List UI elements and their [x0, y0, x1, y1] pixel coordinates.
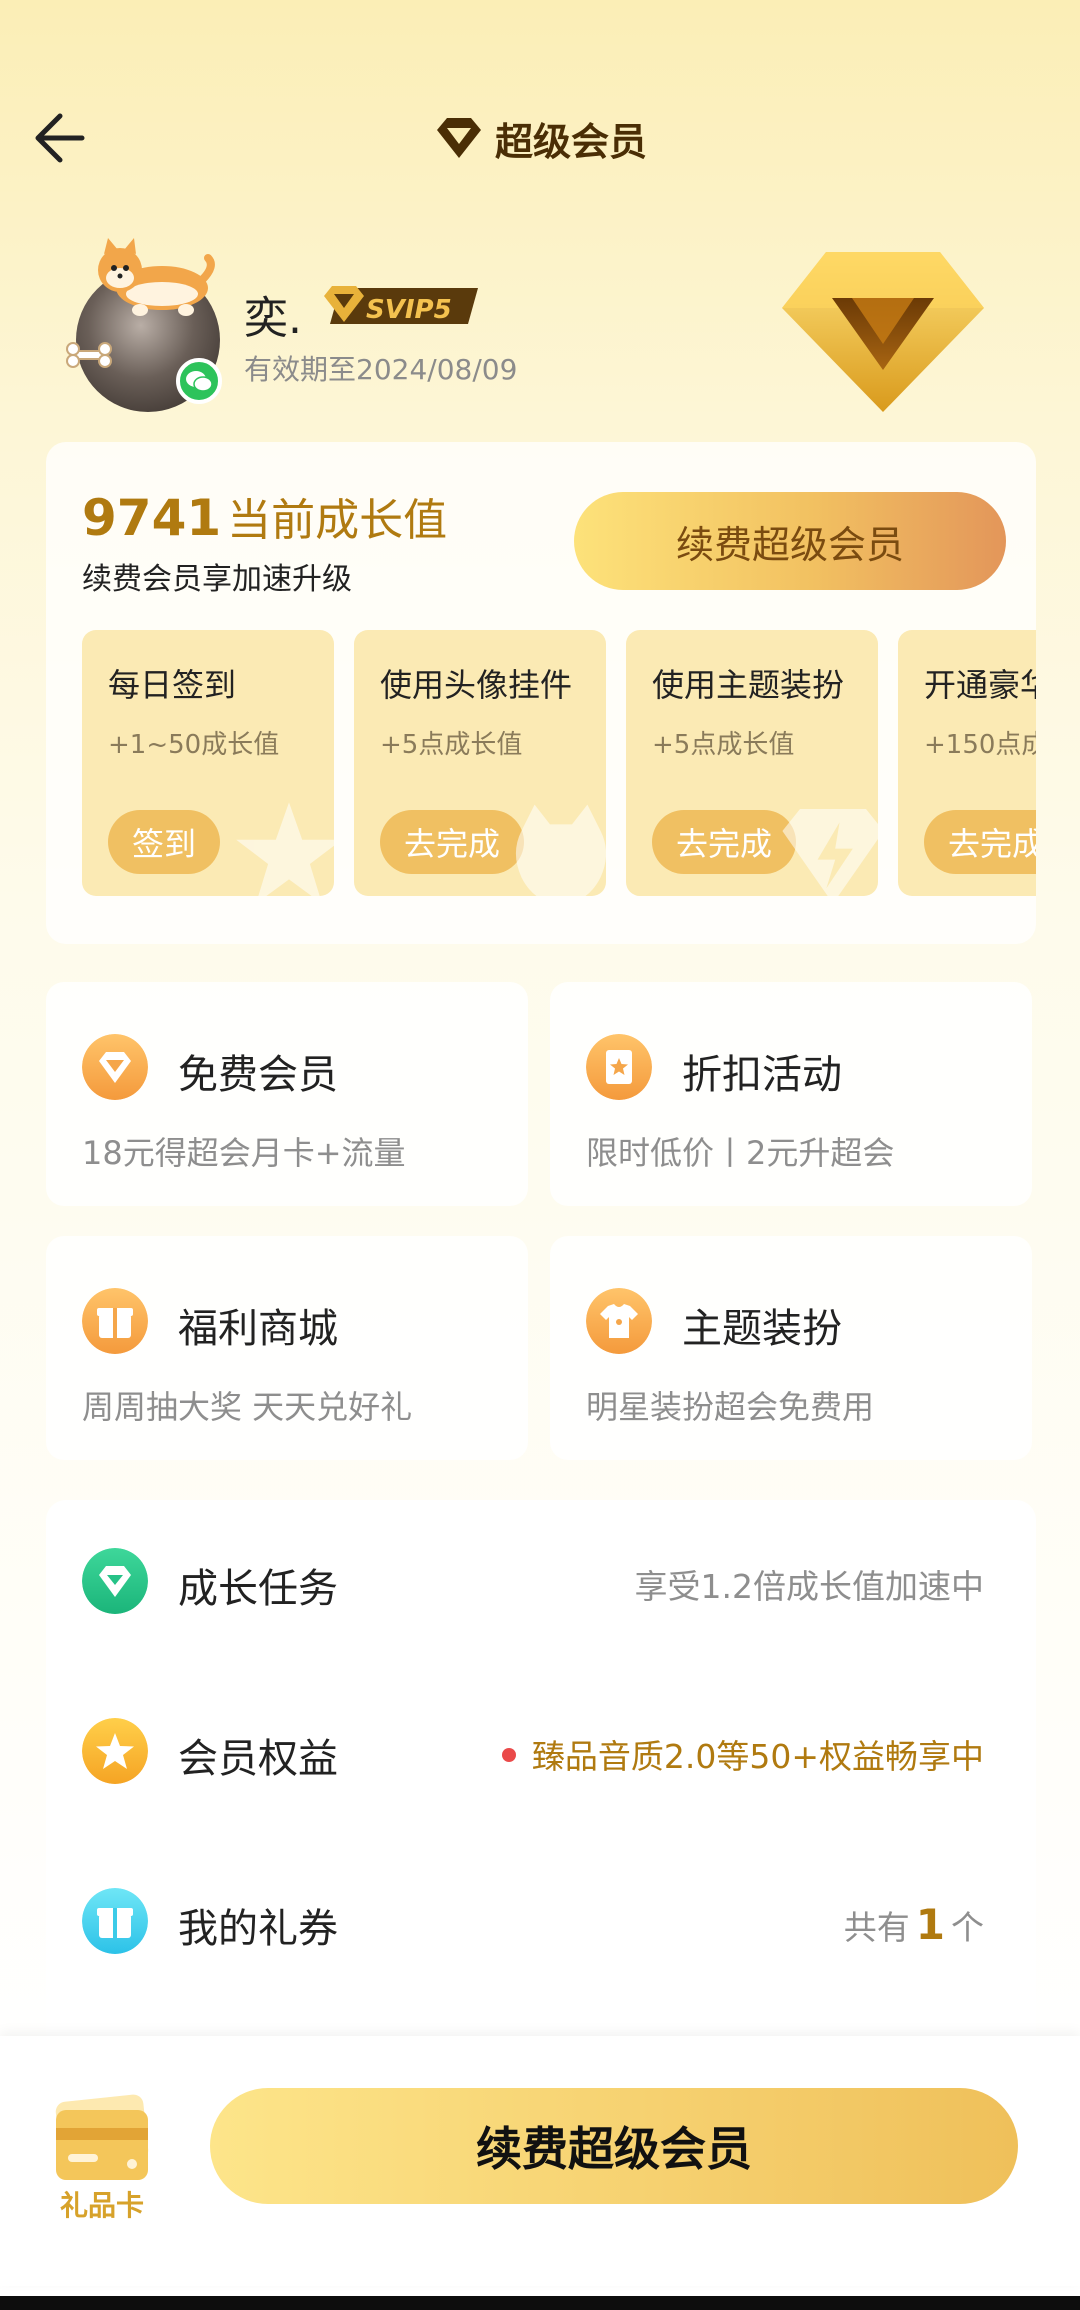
- feature-title: 折扣活动: [682, 1052, 842, 1098]
- bottom-action-bar: 礼品卡 续费超级会员: [0, 2036, 1080, 2286]
- star-icon: [82, 1718, 148, 1784]
- shiba-dog-decoration-icon: [98, 238, 215, 316]
- lightning-watermark-icon: [782, 809, 878, 896]
- tshirt-icon: [586, 1288, 652, 1354]
- cat-watermark-icon: [515, 804, 606, 896]
- system-navigation-bar: [0, 2296, 1080, 2310]
- wechat-icon: [186, 371, 213, 392]
- list-item-member-benefits[interactable]: 会员权益 臻品音质2.0等50+权益畅享中: [46, 1696, 1036, 1806]
- feature-subtitle: 周周抽大奖 天天兑好礼: [82, 1388, 413, 1426]
- coupon-count-prefix: 共有: [843, 1908, 910, 1947]
- svip-level-badge[interactable]: SVIP5: [322, 282, 484, 330]
- renew-membership-button-bottom[interactable]: 续费超级会员: [210, 2088, 1018, 2204]
- feature-theme-skin[interactable]: 主题装扮 明星装扮超会免费用: [550, 1236, 1032, 1460]
- gift-icon: [82, 1288, 148, 1354]
- task-reward: +150点成长值: [924, 730, 1036, 760]
- feature-title: 免费会员: [178, 1052, 338, 1098]
- list-item-value: 臻品音质2.0等50+权益畅享中: [501, 1730, 984, 1778]
- task-title: 使用主题装扮: [652, 666, 845, 704]
- benefits-status-text: 臻品音质2.0等50+权益畅享中: [531, 1737, 984, 1776]
- page-title: 超级会员: [494, 119, 647, 164]
- growth-value-line: 9741 当前成长值: [82, 484, 447, 548]
- diamond-logo-icon: [436, 118, 481, 158]
- task-card-theme-skin[interactable]: 使用主题装扮 +5点成长值 去完成: [626, 630, 878, 896]
- go-complete-button[interactable]: 去完成: [924, 810, 1036, 874]
- task-reward: +5点成长值: [652, 730, 795, 760]
- username: 奕.: [244, 293, 302, 344]
- bone-decoration-icon: [66, 342, 112, 368]
- growth-card: 9741 当前成长值 续费会员享加速升级 续费超级会员 每日签到 +1~50成长…: [46, 442, 1036, 944]
- feature-free-membership[interactable]: 免费会员 18元得超会月卡+流量: [46, 982, 528, 1206]
- feature-subtitle: 18元得超会月卡+流量: [82, 1134, 406, 1172]
- task-card-avatar-pendant[interactable]: 使用头像挂件 +5点成长值 去完成: [354, 630, 606, 896]
- validity-date: 有效期至2024/08/09: [244, 353, 518, 386]
- list-item-growth-task[interactable]: 成长任务 享受1.2倍成长值加速中: [46, 1526, 1036, 1636]
- task-title: 使用头像挂件: [380, 666, 573, 704]
- list-item-label: 我的礼券: [178, 1906, 338, 1952]
- star-watermark-icon: [236, 802, 334, 896]
- growth-diamond-icon: [82, 1548, 148, 1614]
- task-reward: +1~50成长值: [108, 730, 280, 760]
- feature-subtitle: 明星装扮超会免费用: [586, 1388, 875, 1426]
- growth-task-carousel[interactable]: 每日签到 +1~50成长值 签到 使用头像挂件 +5点成长值 去完成 使用主题装…: [82, 630, 1036, 898]
- list-item-value: 享受1.2倍成长值加速中: [634, 1567, 984, 1606]
- task-card-open-deluxe[interactable]: 开通豪华 +150点成长值 去完成: [898, 630, 1036, 896]
- coupon-gift-icon: [82, 1888, 148, 1954]
- go-complete-button[interactable]: 去完成: [652, 810, 797, 874]
- diamond-icon: [82, 1034, 148, 1100]
- feature-discount-activity[interactable]: 折扣活动 限时低价丨2元升超会: [550, 982, 1032, 1206]
- task-reward: +5点成长值: [380, 730, 523, 760]
- renew-membership-button-top[interactable]: 续费超级会员: [574, 492, 1006, 590]
- notification-dot: [501, 1748, 516, 1762]
- growth-value-number: 9741: [82, 489, 222, 547]
- page-header: 超级会员: [0, 110, 1080, 166]
- wechat-badge: [176, 358, 222, 404]
- growth-subtitle: 续费会员享加速升级: [82, 562, 352, 597]
- task-title: 开通豪华: [924, 666, 1036, 704]
- checkin-button[interactable]: 签到: [108, 810, 221, 874]
- member-list-card: 成长任务 享受1.2倍成长值加速中 会员权益 臻品音质2.0等50+权益畅享中 …: [46, 1500, 1036, 2060]
- svip-badge-text: SVIP5: [366, 295, 452, 325]
- feature-title: 福利商城: [178, 1306, 338, 1352]
- task-card-daily-checkin[interactable]: 每日签到 +1~50成长值 签到: [82, 630, 334, 896]
- ticket-icon: [586, 1034, 652, 1100]
- feature-welfare-mall[interactable]: 福利商城 周周抽大奖 天天兑好礼: [46, 1236, 528, 1460]
- list-item-label: 成长任务: [178, 1566, 338, 1612]
- coupon-count: 共有 1 个: [844, 1900, 984, 1949]
- feature-subtitle: 限时低价丨2元升超会: [586, 1134, 895, 1172]
- coupon-count-number: 1: [915, 1900, 945, 1949]
- list-item-label: 会员权益: [178, 1736, 338, 1782]
- go-complete-button[interactable]: 去完成: [380, 810, 525, 874]
- coupon-count-suffix: 个: [951, 1908, 984, 1947]
- gift-card-icon[interactable]: [52, 2084, 152, 2200]
- task-title: 每日签到: [108, 666, 237, 704]
- big-gold-diamond-icon: [782, 252, 984, 412]
- gift-card-label[interactable]: 礼品卡: [38, 2184, 166, 2224]
- list-item-my-coupons[interactable]: 我的礼券 共有 1 个: [46, 1866, 1036, 1976]
- feature-title: 主题装扮: [682, 1306, 842, 1352]
- growth-value-label: 当前成长值: [227, 495, 448, 546]
